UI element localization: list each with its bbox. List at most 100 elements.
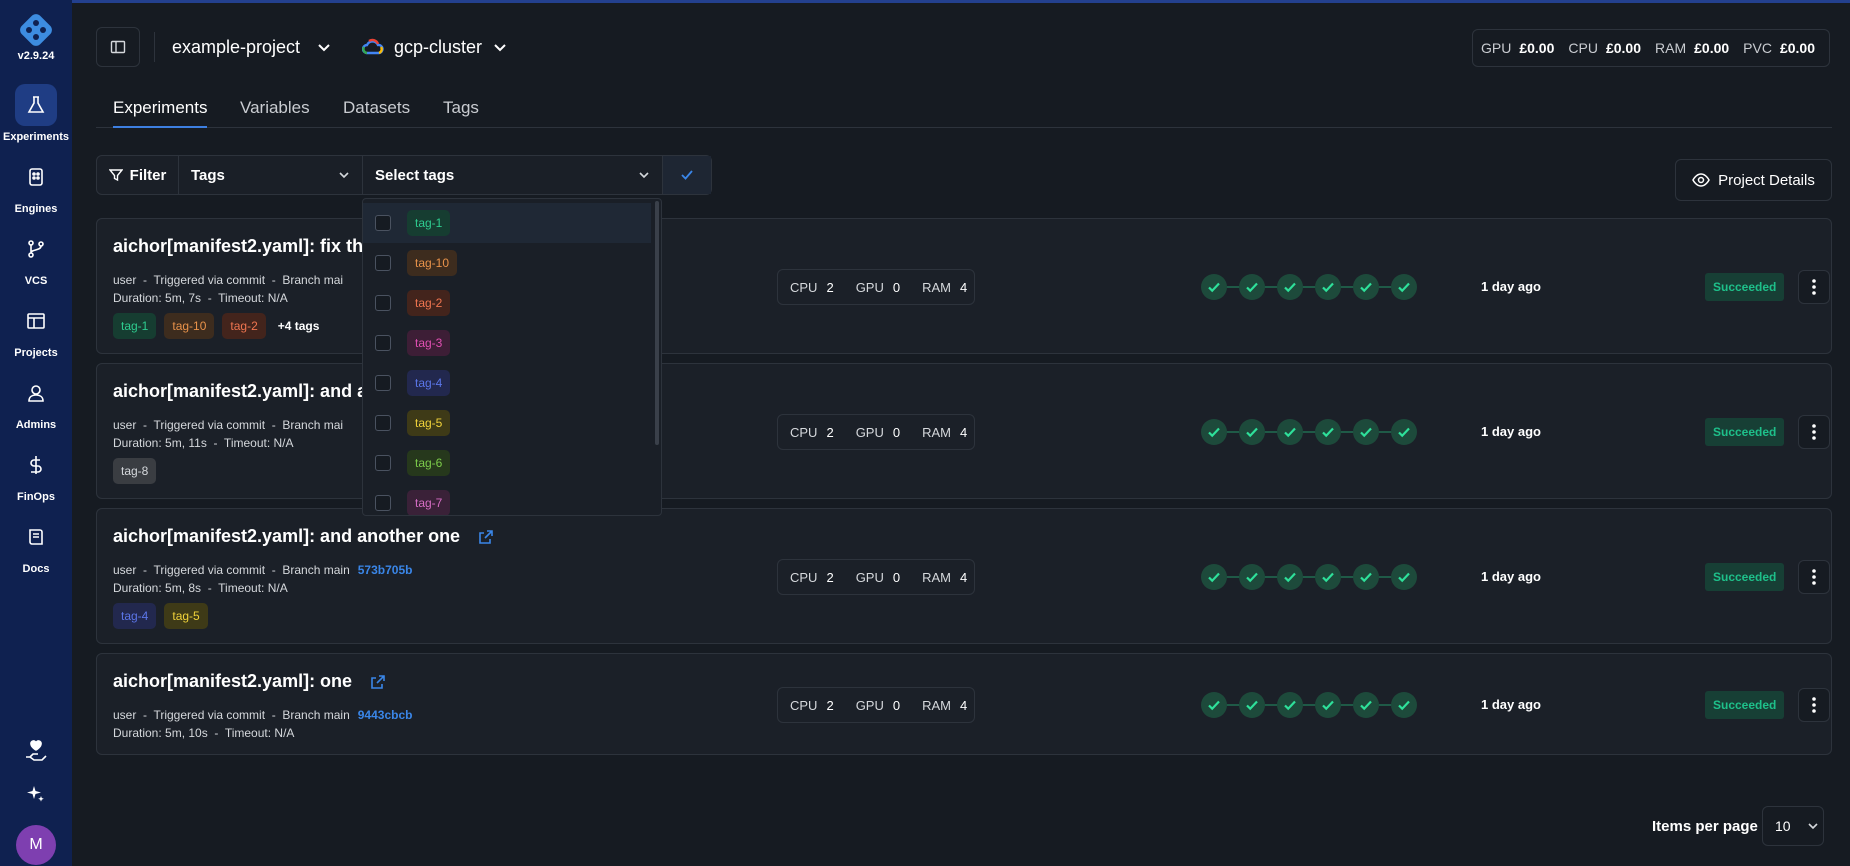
option-checkbox[interactable] [375,375,391,391]
apply-filter-button[interactable] [663,156,711,194]
project-selector[interactable]: example-project [172,32,332,62]
step-success-check-icon[interactable] [1239,564,1265,590]
book-icon [15,516,57,558]
more-actions-button[interactable] [1798,560,1830,594]
step-success-check-icon[interactable] [1201,419,1227,445]
experiment-card[interactable]: aichor[manifest2.yaml]: one user - Trigge… [96,653,1832,755]
sidebar-item-docs[interactable]: Docs [0,516,72,582]
tag-chip[interactable]: tag-2 [222,313,266,339]
option-checkbox[interactable] [375,335,391,351]
more-actions-button[interactable] [1798,688,1830,722]
items-per-page-select[interactable]: 10 [1762,806,1824,846]
project-details-button[interactable]: Project Details [1675,159,1832,201]
step-success-check-icon[interactable] [1391,692,1417,718]
step-success-check-icon[interactable] [1239,274,1265,300]
more-actions-button[interactable] [1798,415,1830,449]
sidebar-item-experiments[interactable]: Experiments [0,84,72,150]
tab-experiments[interactable]: Experiments [113,98,208,128]
dropdown-option[interactable]: tag-5 [363,403,651,443]
step-success-check-icon[interactable] [1353,564,1379,590]
toggle-panel-button[interactable] [96,27,140,67]
experiment-title[interactable]: aichor[manifest2.yaml]: and another one [113,526,494,547]
more-tags-link[interactable]: +4 tags [278,319,320,333]
tag-chip[interactable]: tag-3 [407,330,451,356]
filter-bar: Filter Tags Select tags [96,155,712,195]
tag-chip[interactable]: tag-5 [407,410,451,436]
support-hand-heart-icon[interactable] [21,737,51,767]
tag-chip[interactable]: tag-4 [407,370,451,396]
dropdown-option[interactable]: tag-2 [363,283,651,323]
option-checkbox[interactable] [375,415,391,431]
external-link-icon[interactable] [370,674,386,690]
tags-select[interactable]: Select tags [363,156,663,194]
option-checkbox[interactable] [375,495,391,511]
step-success-check-icon[interactable] [1277,692,1303,718]
step-success-check-icon[interactable] [1353,274,1379,300]
dropdown-option[interactable]: tag-6 [363,443,651,483]
commit-hash-link[interactable]: 9443cbcb [358,708,413,722]
tag-chip[interactable]: tag-6 [407,450,451,476]
step-success-check-icon[interactable] [1239,419,1265,445]
option-checkbox[interactable] [375,215,391,231]
step-success-check-icon[interactable] [1201,564,1227,590]
dropdown-option[interactable]: tag-4 [363,363,651,403]
step-success-check-icon[interactable] [1315,564,1341,590]
step-success-check-icon[interactable] [1315,419,1341,445]
tag-chip[interactable]: tag-5 [164,603,208,629]
app-logo-icon[interactable] [18,12,54,48]
experiment-title[interactable]: aichor[manifest2.yaml]: and a [113,381,367,402]
step-success-check-icon[interactable] [1353,692,1379,718]
experiment-title[interactable]: aichor[manifest2.yaml]: fix th [113,236,363,257]
dropdown-option[interactable]: tag-3 [363,323,651,363]
tag-chip[interactable]: tag-1 [407,210,451,236]
sidebar-item-engines[interactable]: Engines [0,156,72,222]
external-link-icon[interactable] [478,529,494,545]
tab-tags[interactable]: Tags [443,98,479,128]
more-actions-button[interactable] [1798,270,1830,304]
sparkles-icon[interactable] [21,779,51,809]
experiment-card[interactable]: aichor[manifest2.yaml]: fix th user - Tri… [96,218,1832,354]
commit-hash-link[interactable]: 573b705b [358,563,413,577]
tag-chip[interactable]: tag-8 [113,458,157,484]
tag-chip[interactable]: tag-4 [113,603,157,629]
check-icon [681,170,693,180]
tag-chip[interactable]: tag-10 [164,313,215,339]
step-success-check-icon[interactable] [1315,274,1341,300]
cluster-selector[interactable]: gcp-cluster [362,32,508,62]
sidebar-item-admins[interactable]: Admins [0,372,72,438]
items-per-page-value: 10 [1775,818,1791,834]
experiment-card[interactable]: aichor[manifest2.yaml]: and a user - Trig… [96,363,1832,499]
step-success-check-icon[interactable] [1315,692,1341,718]
filter-button[interactable]: Filter [97,156,179,194]
step-success-check-icon[interactable] [1201,692,1227,718]
sidebar-item-projects[interactable]: Projects [0,300,72,366]
sidebar-item-finops[interactable]: FinOps [0,444,72,510]
tab-variables[interactable]: Variables [240,98,310,128]
option-checkbox[interactable] [375,295,391,311]
tag-chip[interactable]: tag-10 [407,250,458,276]
dropdown-scrollbar[interactable] [655,201,659,445]
dropdown-option[interactable]: tag-7 [363,483,651,515]
experiment-title[interactable]: aichor[manifest2.yaml]: one [113,671,386,692]
sidebar-item-vcs[interactable]: VCS [0,228,72,294]
dropdown-option[interactable]: tag-1 [363,203,651,243]
option-checkbox[interactable] [375,455,391,471]
tab-datasets[interactable]: Datasets [343,98,410,128]
tag-chip[interactable]: tag-2 [407,290,451,316]
step-success-check-icon[interactable] [1277,564,1303,590]
step-success-check-icon[interactable] [1391,419,1417,445]
experiment-card[interactable]: aichor[manifest2.yaml]: and another one u… [96,508,1832,644]
tag-chip[interactable]: tag-1 [113,313,157,339]
option-checkbox[interactable] [375,255,391,271]
step-success-check-icon[interactable] [1391,564,1417,590]
filter-field-select[interactable]: Tags [179,156,363,194]
step-success-check-icon[interactable] [1277,274,1303,300]
step-success-check-icon[interactable] [1391,274,1417,300]
step-success-check-icon[interactable] [1277,419,1303,445]
step-success-check-icon[interactable] [1201,274,1227,300]
user-avatar[interactable]: M [16,825,56,865]
step-success-check-icon[interactable] [1353,419,1379,445]
tag-chip[interactable]: tag-7 [407,490,451,515]
dropdown-option[interactable]: tag-10 [363,243,651,283]
step-success-check-icon[interactable] [1239,692,1265,718]
